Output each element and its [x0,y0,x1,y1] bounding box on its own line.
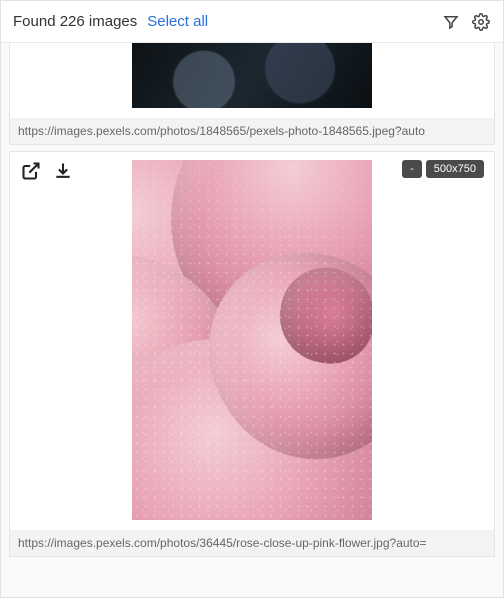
image-url[interactable]: https://images.pexels.com/photos/1848565… [10,118,494,144]
dimensions-badge: 500x750 [426,160,484,178]
image-thumbnail[interactable] [132,160,372,520]
image-thumbnail[interactable] [132,43,372,108]
image-url[interactable]: https://images.pexels.com/photos/36445/r… [10,530,494,556]
collapse-badge[interactable]: - [402,160,422,178]
found-count-label: Found 226 images [13,13,137,30]
download-icon[interactable] [52,160,74,182]
select-all-link[interactable]: Select all [147,13,208,30]
filter-icon[interactable] [441,12,461,32]
results-scroll-area[interactable]: https://images.pexels.com/photos/1848565… [1,43,503,597]
image-downloader-panel: Found 226 images Select all https://imag… [0,0,504,598]
image-card: https://images.pexels.com/photos/1848565… [9,43,495,145]
header: Found 226 images Select all [1,1,503,43]
settings-icon[interactable] [471,12,491,32]
card-actions: - 500x750 [10,152,494,182]
open-in-new-tab-icon[interactable] [20,160,42,182]
image-card: - 500x750 https://images.pexels.com/phot… [9,151,495,557]
